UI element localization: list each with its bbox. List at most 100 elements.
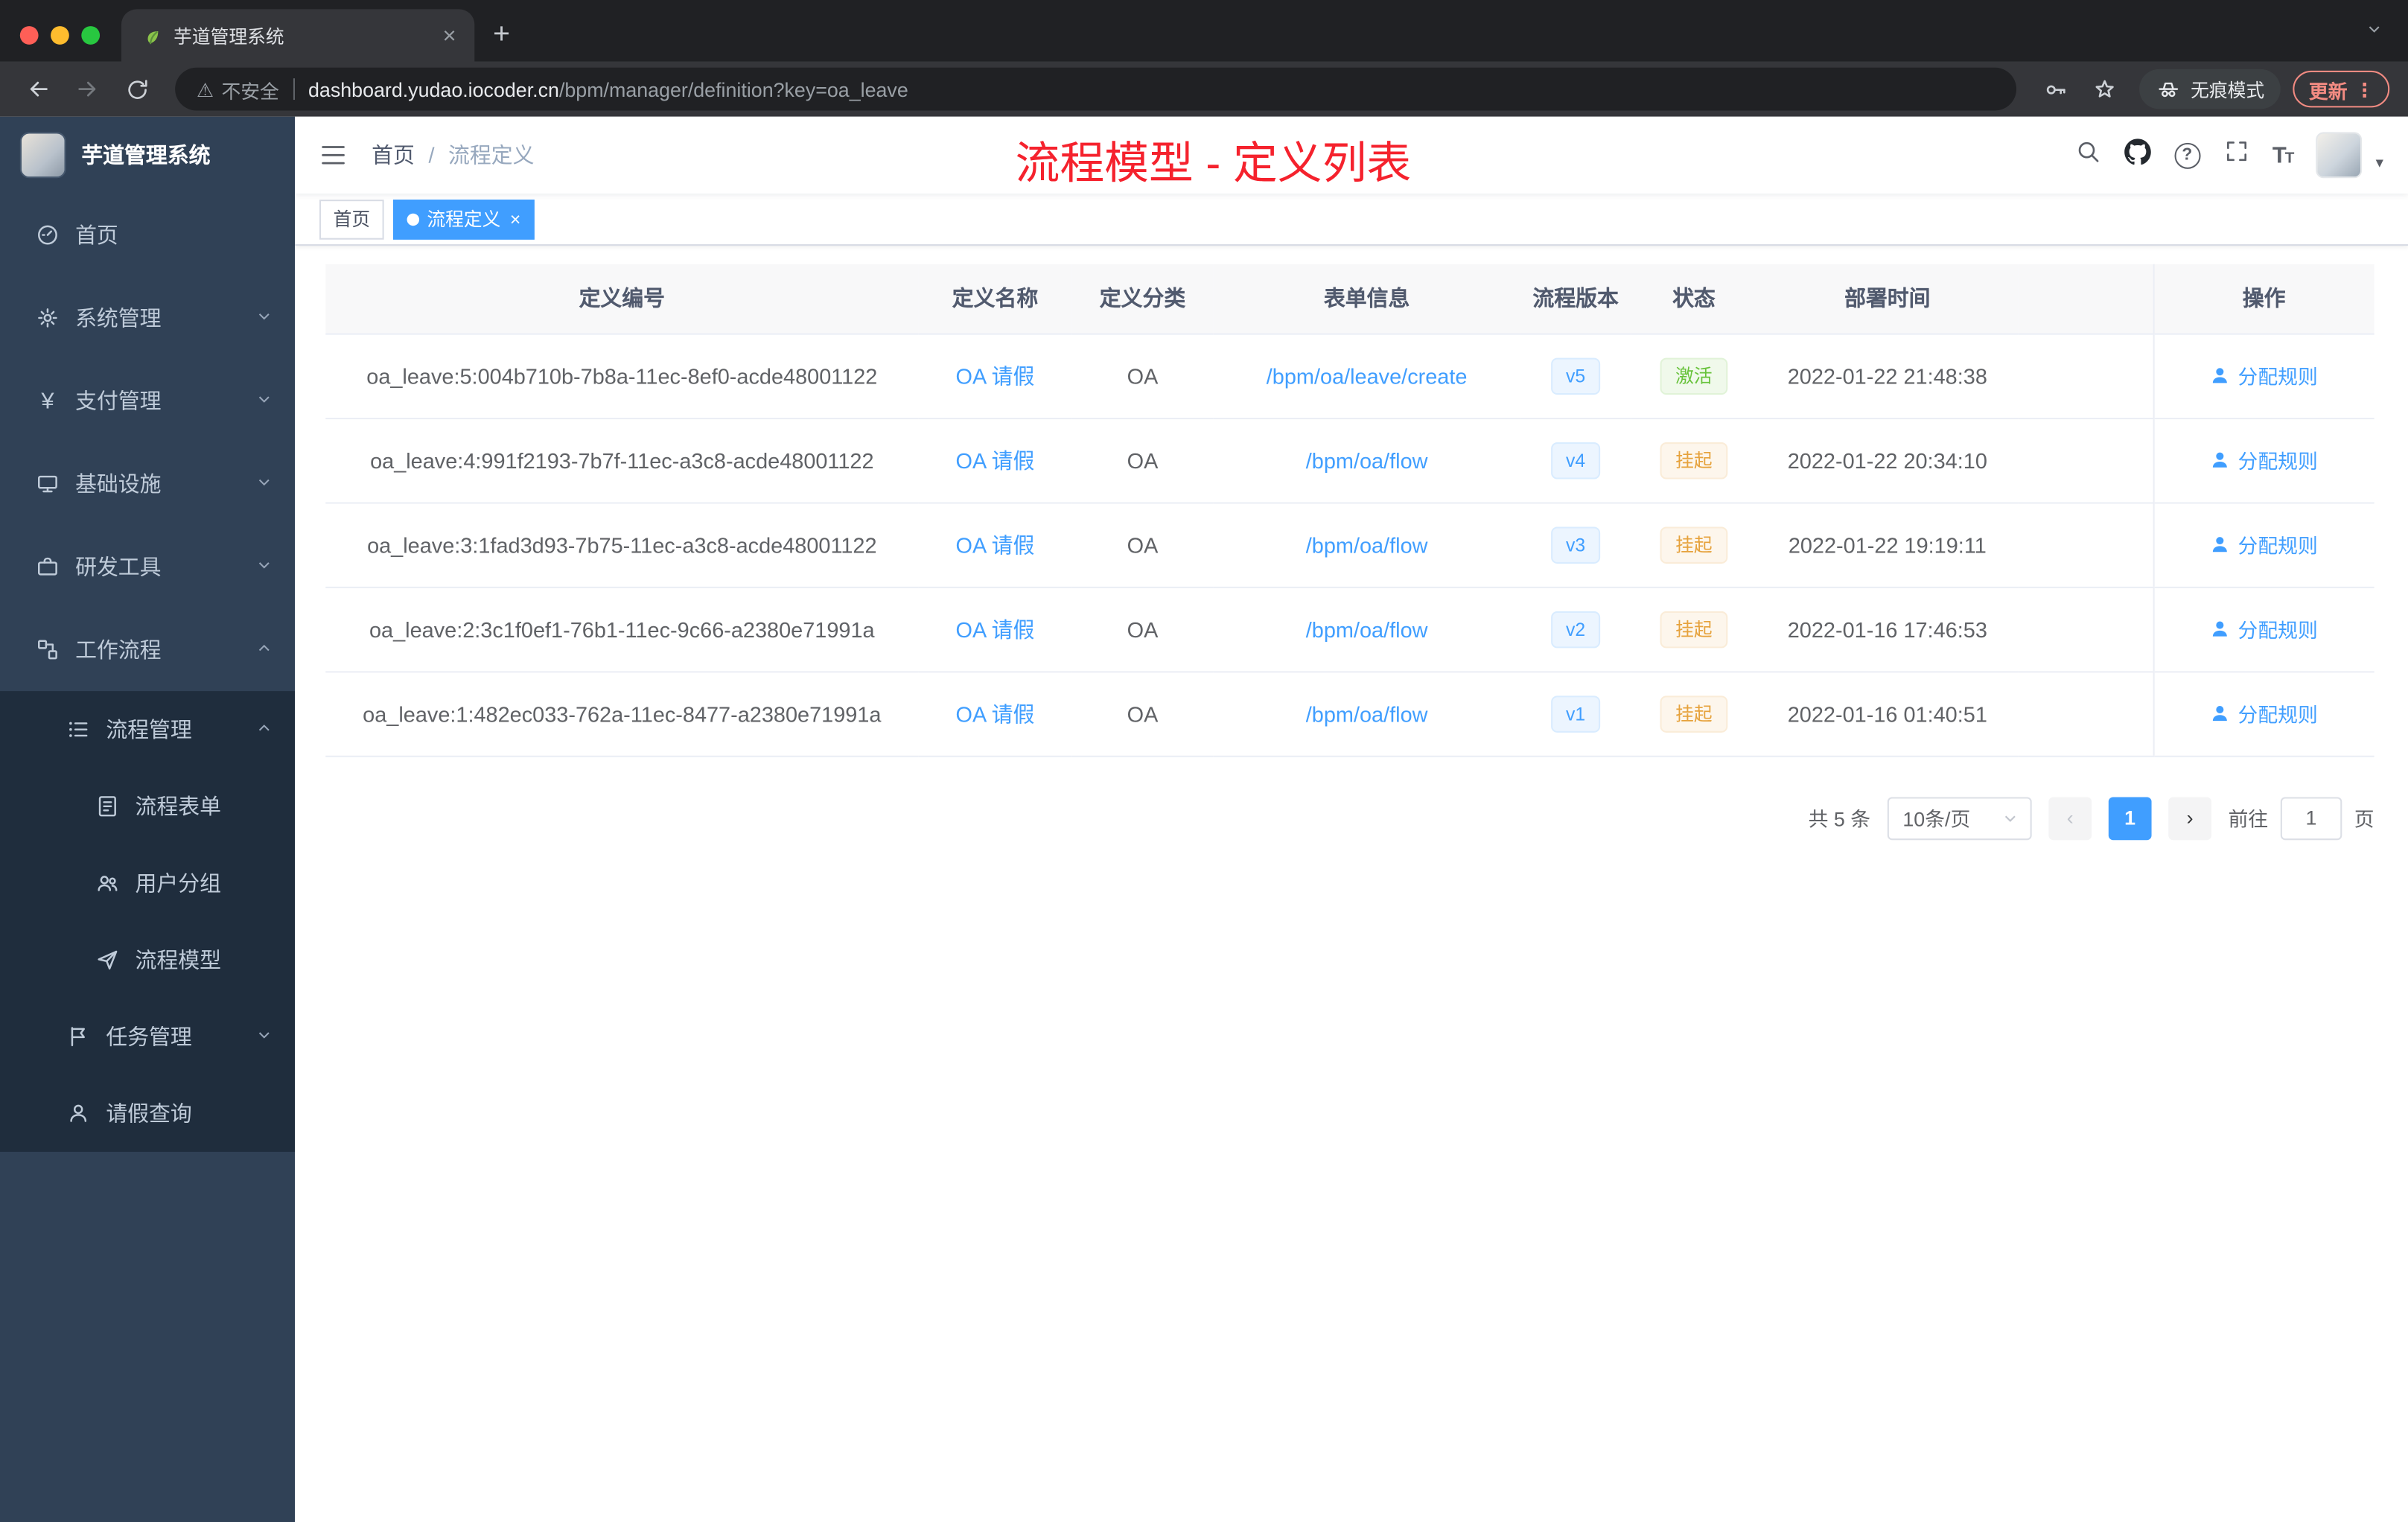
chevron-down-icon	[255, 389, 273, 413]
filler-cell	[2018, 671, 2153, 757]
address-bar[interactable]: ⚠ 不安全 dashboard.yudao.iocoder.cn/bpm/man…	[175, 67, 2018, 111]
status-badge: 挂起	[1660, 526, 1728, 563]
sidebar-item-task-mgmt[interactable]: 任务管理	[0, 999, 295, 1075]
incognito-badge[interactable]: 无痕模式	[2140, 69, 2281, 109]
table-row: oa_leave:2:3c1f0ef1-76b1-11ec-9c66-a2380…	[325, 586, 2374, 672]
url-path: /bpm/manager/definition?key=oa_leave	[558, 77, 908, 101]
password-key-icon[interactable]	[2033, 66, 2079, 112]
form-link[interactable]: /bpm/oa/leave/create	[1267, 363, 1468, 388]
tab-close-icon[interactable]: ×	[439, 24, 459, 47]
flag-icon	[71, 1027, 85, 1047]
browser-tab[interactable]: 芋道管理系统 ×	[121, 9, 475, 62]
assign-rule-link[interactable]: 分配规则	[2210, 698, 2318, 727]
definition-name-link[interactable]: OA 请假	[956, 701, 1035, 726]
assign-rule-link[interactable]: 分配规则	[2210, 361, 2318, 390]
tag-process-definition[interactable]: 流程定义 ×	[393, 199, 535, 239]
font-size-icon[interactable]: TT	[2272, 142, 2295, 168]
person-icon	[70, 1104, 87, 1122]
tab-search-icon[interactable]	[2340, 19, 2408, 62]
hamburger-icon[interactable]	[319, 141, 347, 169]
breadcrumb-home[interactable]: 首页	[372, 140, 415, 171]
goto-label: 前往	[2228, 807, 2269, 831]
sidebar-item-leave-query[interactable]: 请假查询	[0, 1075, 295, 1152]
reload-button[interactable]	[114, 66, 160, 112]
security-chip[interactable]: ⚠ 不安全	[197, 74, 279, 104]
sidebar-item-dev[interactable]: 研发工具	[0, 525, 295, 608]
deploy-time: 2022-01-22 19:19:11	[1756, 502, 2019, 588]
help-icon[interactable]: ?	[2173, 141, 2200, 168]
tab-title: 芋道管理系统	[173, 25, 284, 47]
deploy-time: 2022-01-22 21:48:38	[1756, 333, 2019, 419]
update-label: 更新	[2308, 80, 2348, 103]
close-window-button[interactable]	[19, 26, 39, 45]
tag-close-icon[interactable]: ×	[510, 208, 520, 229]
assign-rule-link[interactable]: 分配规则	[2210, 445, 2318, 474]
assign-rule-link[interactable]: 分配规则	[2210, 530, 2318, 559]
col-definition-name: 定义名称	[918, 264, 1072, 334]
sidebar-item-process-model[interactable]: 流程模型	[0, 922, 295, 999]
chrome-update-button[interactable]: 更新 ⋮	[2293, 70, 2390, 108]
sidebar-item-workflow[interactable]: 工作流程	[0, 608, 295, 691]
page-number-button[interactable]: 1	[2108, 796, 2152, 840]
form-link[interactable]: /bpm/oa/flow	[1306, 448, 1428, 472]
sidebar-item-home[interactable]: 首页	[0, 194, 295, 276]
new-tab-button[interactable]: +	[474, 19, 528, 62]
prev-page-button[interactable]: ‹	[2048, 796, 2092, 840]
sidebar-logo[interactable]: 芋道管理系统	[0, 117, 295, 194]
sidebar-item-system[interactable]: 系统管理	[0, 276, 295, 359]
avatar-caret-icon[interactable]: ▾	[2376, 155, 2383, 178]
filler-cell	[2018, 333, 2153, 419]
sidebar-item-process-mgmt[interactable]: 流程管理	[0, 691, 295, 768]
bookmark-star-icon[interactable]	[2082, 66, 2128, 112]
tag-home[interactable]: 首页	[319, 199, 384, 239]
user-avatar[interactable]	[2316, 132, 2363, 179]
version-badge: v2	[1550, 610, 1601, 648]
chevron-down-icon	[255, 471, 273, 496]
next-page-button[interactable]: ›	[2168, 796, 2211, 840]
browser-menu-dots-icon[interactable]: ⋮	[2355, 77, 2374, 101]
browser-toolbar: ⚠ 不安全 dashboard.yudao.iocoder.cn/bpm/man…	[0, 61, 2408, 117]
definition-id: oa_leave:5:004b710b-7b8a-11ec-8ef0-acde4…	[325, 333, 919, 419]
zoom-window-button[interactable]	[81, 26, 101, 45]
definition-category: OA	[1071, 586, 1214, 672]
chevron-down-icon	[255, 305, 273, 330]
sidebar-item-process-form[interactable]: 流程表单	[0, 768, 295, 844]
definition-name-link[interactable]: OA 请假	[956, 363, 1035, 388]
page-size-select[interactable]: 10条/页	[1887, 796, 2032, 840]
assign-rule-link[interactable]: 分配规则	[2210, 614, 2318, 643]
definition-name-link[interactable]: OA 请假	[956, 448, 1035, 472]
back-button[interactable]	[16, 66, 62, 112]
col-definition-id: 定义编号	[325, 264, 919, 334]
definition-name-link[interactable]: OA 请假	[956, 532, 1035, 557]
filler-cell	[2018, 502, 2153, 588]
tags-view-bar: 首页 流程定义 ×	[295, 193, 2408, 246]
breadcrumb-current: 流程定义	[448, 142, 535, 168]
sidebar-item-infra[interactable]: 基础设施	[0, 442, 295, 525]
fullscreen-icon[interactable]	[2223, 138, 2249, 172]
sidebar: 芋道管理系统 首页 系统管理 ¥ 支付管理 基础设施 研发工具 工作流程 流程管…	[0, 116, 295, 1522]
minimize-window-button[interactable]	[51, 26, 69, 45]
table-row: oa_leave:5:004b710b-7b8a-11ec-8ef0-acde4…	[325, 333, 2374, 419]
form-link[interactable]: /bpm/oa/flow	[1306, 617, 1428, 641]
sidebar-item-user-group[interactable]: 用户分组	[0, 844, 295, 921]
form-link[interactable]: /bpm/oa/flow	[1306, 701, 1428, 726]
github-icon[interactable]	[2124, 138, 2151, 173]
navbar-actions: ? TT ▾	[2074, 132, 2383, 179]
person-icon	[2213, 368, 2228, 383]
chevron-up-icon	[255, 637, 273, 662]
goto-page-input[interactable]	[2280, 796, 2342, 840]
table-row: oa_leave:3:1fad3d93-7b75-11ec-a3c8-acde4…	[325, 502, 2374, 588]
forward-button[interactable]	[65, 66, 111, 112]
form-link[interactable]: /bpm/oa/flow	[1306, 532, 1428, 557]
definition-name-link[interactable]: OA 请假	[956, 617, 1035, 641]
sidebar-item-pay[interactable]: ¥ 支付管理	[0, 360, 295, 442]
col-status: 状态	[1631, 264, 1757, 334]
pagination-total: 共 5 条	[1808, 807, 1871, 831]
gear-icon	[38, 308, 57, 328]
table-row: oa_leave:1:482ec033-762a-11ec-8477-a2380…	[325, 671, 2374, 757]
version-badge: v1	[1550, 695, 1601, 732]
version-badge: v4	[1550, 441, 1601, 479]
breadcrumb-separator: /	[428, 142, 435, 168]
window-controls	[0, 26, 121, 61]
search-icon[interactable]	[2074, 138, 2100, 172]
